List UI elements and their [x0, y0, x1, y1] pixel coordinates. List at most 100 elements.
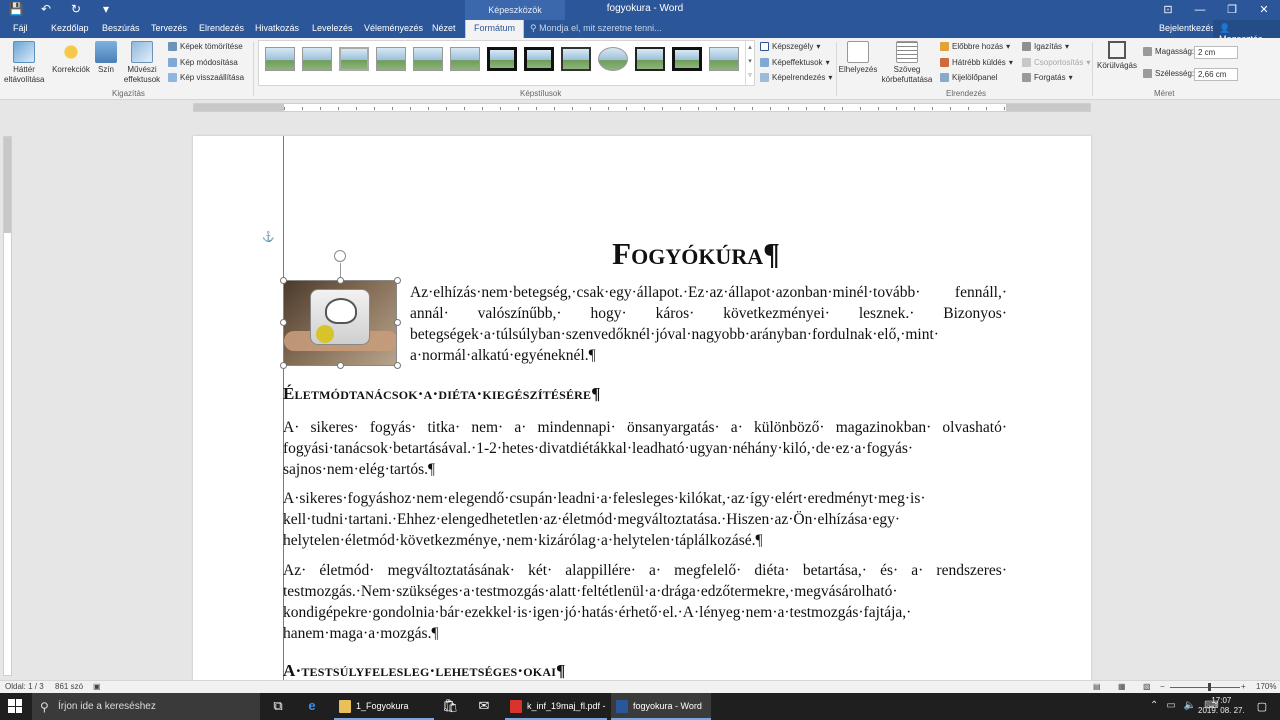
picture-style-thumb[interactable]	[450, 47, 480, 71]
taskbar: ⚲ Írjon ide a kereséshez ⧉ e 1_Fogyokura…	[0, 693, 1280, 720]
bring-forward-button[interactable]: Előbbre hozás ▾	[940, 42, 1010, 51]
document-page[interactable]: ⚓ Fogyókúra¶ Az·elhízás·nem·betegség,·cs…	[193, 136, 1091, 680]
ribbon-display-options-icon[interactable]: ⊡	[1152, 0, 1184, 20]
chevron-up-icon[interactable]: ⌃	[1150, 700, 1158, 711]
color-button[interactable]: Szín	[94, 41, 118, 75]
picture-style-thumb[interactable]	[302, 47, 332, 71]
zoom-slider-thumb[interactable]	[1208, 683, 1211, 691]
reset-picture-button[interactable]: Kép visszaállítása	[168, 73, 244, 82]
windows-start-icon[interactable]	[8, 699, 22, 713]
align-icon	[1022, 42, 1031, 51]
taskbar-app-explorer[interactable]: 1_Fogyokura	[334, 693, 434, 720]
heading-causes: A·testsúlyfelesleg·lehetséges·okai¶	[283, 661, 566, 680]
tab-mailings[interactable]: Levelezés	[312, 23, 353, 33]
selection-pane-button[interactable]: Kijelölőpanel	[940, 73, 997, 82]
zoom-slider[interactable]	[1170, 687, 1240, 688]
remove-background-button[interactable]: Háttér eltávolítása	[4, 41, 44, 85]
picture-style-thumb[interactable]	[339, 47, 369, 71]
notifications-icon[interactable]: ▢	[1254, 699, 1270, 715]
picture-style-thumb[interactable]	[709, 47, 739, 71]
tab-format[interactable]: Formátum	[465, 20, 525, 38]
web-layout-icon[interactable]: ▧	[1143, 682, 1151, 691]
close-button[interactable]: ✕	[1248, 0, 1280, 20]
picture-effects-button[interactable]: Képeffektusok ▾	[760, 58, 830, 67]
system-clock[interactable]: 17:07 2019. 08. 27.	[1198, 696, 1245, 716]
change-picture-button[interactable]: Kép módosítása	[168, 58, 238, 67]
proofing-icon[interactable]: ▣	[93, 682, 101, 691]
picture-style-thumb[interactable]	[598, 47, 628, 71]
picture-layout-button[interactable]: Képelrendezés ▾	[760, 73, 832, 82]
taskbar-app-pdf[interactable]: k_inf_19maj_fl.pdf - ...	[505, 693, 607, 720]
zoom-out-button[interactable]: −	[1160, 682, 1165, 691]
resize-handle[interactable]	[394, 277, 401, 284]
resize-handle[interactable]	[280, 362, 287, 369]
print-layout-icon[interactable]: ▦	[1118, 682, 1126, 691]
picture-style-thumb[interactable]	[672, 47, 702, 71]
picture-style-thumb[interactable]	[413, 47, 443, 71]
word-count[interactable]: 861 szó	[55, 682, 83, 691]
gallery-scroll[interactable]: ▴ ▾ ▿	[745, 41, 754, 85]
read-mode-icon[interactable]: ▤	[1093, 682, 1101, 691]
save-icon[interactable]: 💾	[8, 2, 24, 16]
align-button[interactable]: Igazítás ▾	[1022, 42, 1069, 51]
pdf-icon	[510, 700, 522, 713]
rotate-handle-icon[interactable]	[334, 250, 346, 262]
compress-pictures-button[interactable]: Képek tömörítése	[168, 42, 243, 51]
artistic-effects-button[interactable]: Művészi effektusok	[120, 41, 164, 85]
resize-handle[interactable]	[337, 362, 344, 369]
minimize-button[interactable]: —	[1184, 0, 1216, 20]
wrap-text-button[interactable]: Szöveg körbefuttatása	[878, 41, 936, 85]
picture-style-thumb[interactable]	[561, 47, 591, 71]
picture-style-thumb[interactable]	[265, 47, 295, 71]
tab-home[interactable]: Kezdőlap	[51, 23, 89, 33]
zoom-in-button[interactable]: +	[1241, 682, 1246, 691]
tab-references[interactable]: Hivatkozás	[255, 23, 299, 33]
resize-handle[interactable]	[280, 319, 287, 326]
taskbar-search[interactable]: ⚲ Írjon ide a kereséshez	[32, 693, 260, 720]
task-view-icon[interactable]: ⧉	[270, 698, 286, 714]
zoom-level[interactable]: 170%	[1256, 682, 1276, 691]
store-icon[interactable]: 🛍	[442, 698, 459, 714]
page-count[interactable]: Oldal: 1 / 3	[5, 682, 44, 691]
taskbar-app-word[interactable]: fogyokura - Word	[611, 693, 711, 720]
width-input[interactable]: 2,66 cm	[1194, 68, 1238, 81]
share-button[interactable]: 👤 Megosztás	[1213, 20, 1280, 44]
send-backward-button[interactable]: Hátrébb küldés ▾	[940, 58, 1013, 67]
tab-view[interactable]: Nézet	[432, 23, 456, 33]
crop-button[interactable]: Körülvágás	[1095, 41, 1139, 71]
resize-handle[interactable]	[394, 362, 401, 369]
tab-design[interactable]: Tervezés	[151, 23, 187, 33]
mail-icon[interactable]: ✉	[476, 698, 492, 714]
position-button[interactable]: Elhelyezés	[838, 41, 878, 75]
tab-review[interactable]: Véleményezés	[364, 23, 423, 33]
redo-icon[interactable]: ↻	[68, 2, 84, 16]
restore-button[interactable]: ❐	[1216, 0, 1248, 20]
rotate-button[interactable]: Forgatás ▾	[1022, 73, 1073, 82]
resize-handle[interactable]	[280, 277, 287, 284]
selected-picture[interactable]	[283, 280, 397, 366]
resize-handle[interactable]	[394, 319, 401, 326]
height-input[interactable]: 2 cm	[1194, 46, 1238, 59]
picture-style-thumb[interactable]	[487, 47, 517, 71]
vertical-ruler[interactable]	[3, 136, 12, 676]
picture-style-thumb[interactable]	[635, 47, 665, 71]
tell-me-search[interactable]: ⚲ Mondja el, mit szeretne tenni...	[530, 23, 662, 34]
tab-layout[interactable]: Elrendezés	[199, 23, 244, 33]
undo-icon[interactable]: ↶	[38, 2, 54, 16]
corrections-button[interactable]: Korrekciók	[50, 41, 92, 75]
tab-insert[interactable]: Beszúrás	[102, 23, 140, 33]
customize-qat-icon[interactable]: ▾	[98, 2, 114, 16]
picture-style-thumb[interactable]	[524, 47, 554, 71]
group-objects-button[interactable]: Csoportosítás ▾	[1022, 58, 1090, 67]
picture-style-thumb[interactable]	[376, 47, 406, 71]
quick-access-toolbar: 💾 ↶ ↻ ▾	[8, 2, 114, 16]
sign-in-link[interactable]: Bejelentkezés	[1159, 23, 1215, 33]
arrange-group-title: Elrendezés	[946, 89, 987, 98]
picture-border-button[interactable]: Képszegély ▾	[760, 42, 820, 51]
network-icon[interactable]: ▭	[1166, 700, 1175, 711]
resize-handle[interactable]	[337, 277, 344, 284]
horizontal-ruler[interactable]	[193, 103, 1091, 112]
volume-icon[interactable]: 🔈	[1184, 700, 1196, 711]
tab-file[interactable]: Fájl	[13, 23, 28, 33]
edge-icon[interactable]: e	[304, 698, 320, 714]
